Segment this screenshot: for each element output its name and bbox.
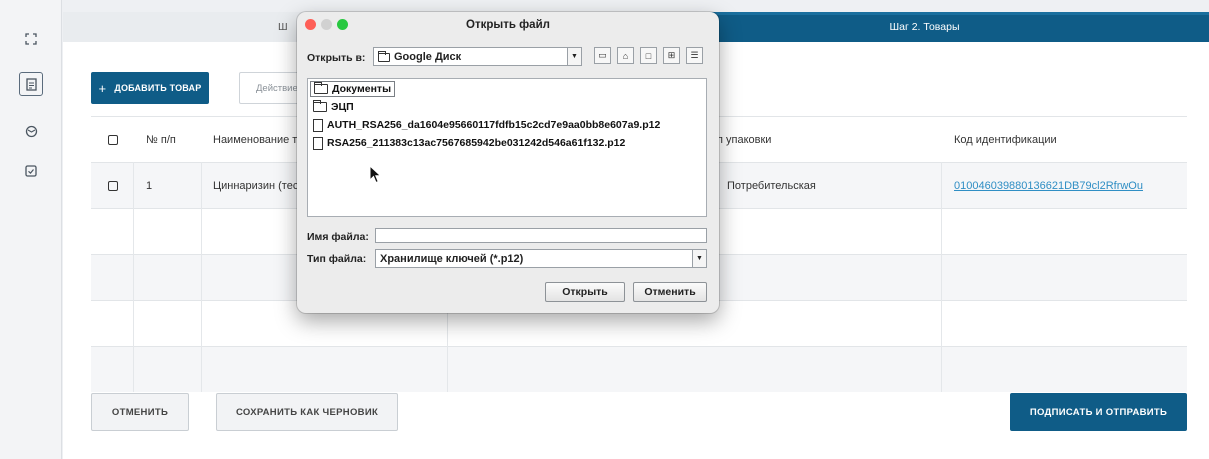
checklist-icon[interactable] bbox=[20, 160, 42, 182]
add-product-label: ДОБАВИТЬ ТОВАР bbox=[114, 83, 202, 93]
select-all-checkbox[interactable] bbox=[108, 117, 118, 163]
list-item[interactable]: ЭЦП bbox=[310, 99, 357, 115]
list-item[interactable]: Документы bbox=[310, 81, 396, 97]
new-folder-icon[interactable]: □ bbox=[640, 47, 657, 64]
list-item[interactable]: RSA256_211383c13ac7567685942be031242d546… bbox=[310, 135, 628, 151]
row-num: 1 bbox=[146, 180, 153, 192]
dialog-cancel-button[interactable]: Отменить bbox=[633, 282, 707, 302]
file-icon bbox=[313, 118, 323, 132]
filetype-value: Хранилище ключей (*.p12) bbox=[380, 252, 524, 265]
close-window-icon[interactable] bbox=[305, 19, 316, 30]
column-divider bbox=[201, 162, 202, 392]
header-code: Код идентификации bbox=[954, 134, 1057, 146]
home-icon[interactable]: ⌂ bbox=[617, 47, 634, 64]
file-name: ЭЦП bbox=[331, 101, 354, 113]
folder-icon bbox=[313, 100, 327, 112]
header-pack: п упаковки bbox=[717, 134, 772, 146]
chevron-down-icon: ▼ bbox=[567, 48, 581, 65]
filename-input[interactable] bbox=[375, 228, 707, 243]
dialog-title: Открыть файл bbox=[466, 18, 550, 31]
chevron-down-icon: ▼ bbox=[692, 250, 706, 267]
mouse-cursor-icon bbox=[369, 165, 382, 184]
step1-label[interactable]: Ш bbox=[278, 21, 288, 33]
table-row bbox=[91, 346, 1187, 392]
expand-icon[interactable] bbox=[20, 28, 42, 50]
folder-icon bbox=[314, 82, 328, 94]
filetype-select[interactable]: Хранилище ключей (*.p12) ▼ bbox=[375, 249, 707, 268]
list-item[interactable]: AUTH_RSA256_da1604e95660117fdfb15c2cd7e9… bbox=[310, 117, 663, 133]
save-draft-button[interactable]: СОХРАНИТЬ КАК ЧЕРНОВИК bbox=[216, 393, 398, 431]
list-view-icon[interactable]: ⊞ bbox=[663, 47, 680, 64]
file-name: Документы bbox=[332, 83, 392, 95]
column-divider bbox=[941, 162, 942, 392]
filetype-label: Тип файла: bbox=[307, 253, 367, 265]
step2-label: Шаг 2. Товары bbox=[889, 21, 960, 33]
row-pack: Потребительская bbox=[727, 180, 816, 192]
details-view-icon[interactable]: ☰ bbox=[686, 47, 703, 64]
file-icon bbox=[313, 136, 323, 150]
plus-icon: + bbox=[98, 80, 107, 96]
add-product-button[interactable]: + ДОБАВИТЬ ТОВАР bbox=[91, 72, 209, 104]
minimize-window-icon[interactable] bbox=[321, 19, 332, 30]
file-name: RSA256_211383c13ac7567685942be031242d546… bbox=[327, 137, 626, 149]
left-sidebar bbox=[0, 0, 62, 459]
box-icon[interactable] bbox=[20, 120, 42, 142]
sign-and-send-button[interactable]: ПОДПИСАТЬ И ОТПРАВИТЬ bbox=[1010, 393, 1187, 431]
column-divider bbox=[133, 162, 134, 392]
open-file-dialog: Открыть файл Открыть в: Google Диск ▼ ▭ … bbox=[297, 12, 719, 313]
file-name: AUTH_RSA256_da1604e95660117fdfb15c2cd7e9… bbox=[327, 119, 661, 131]
up-folder-icon[interactable]: ▭ bbox=[594, 47, 611, 64]
open-button[interactable]: Открыть bbox=[545, 282, 625, 302]
action-placeholder: Действие bbox=[256, 82, 298, 94]
row-checkbox[interactable] bbox=[108, 163, 118, 209]
step2-tab[interactable]: Шаг 2. Товары bbox=[640, 12, 1209, 42]
file-list[interactable]: Документы ЭЦП AUTH_RSA256_da1604e9566011… bbox=[307, 78, 707, 217]
folder-icon bbox=[378, 51, 390, 62]
zoom-window-icon[interactable] bbox=[337, 19, 348, 30]
header-name: Наименование т bbox=[213, 134, 298, 146]
location-select[interactable]: Google Диск ▼ bbox=[373, 47, 582, 66]
header-num: № п/п bbox=[146, 134, 176, 146]
row-code-link[interactable]: 010046039880136621DB79cl2RfrwOu bbox=[954, 163, 1143, 209]
cancel-button[interactable]: ОТМЕНИТЬ bbox=[91, 393, 189, 431]
location-value: Google Диск bbox=[394, 50, 462, 63]
document-icon[interactable] bbox=[19, 72, 43, 96]
row-name: Циннаризин (тес bbox=[213, 180, 299, 192]
open-in-label: Открыть в: bbox=[307, 52, 366, 64]
filename-label: Имя файла: bbox=[307, 231, 369, 243]
